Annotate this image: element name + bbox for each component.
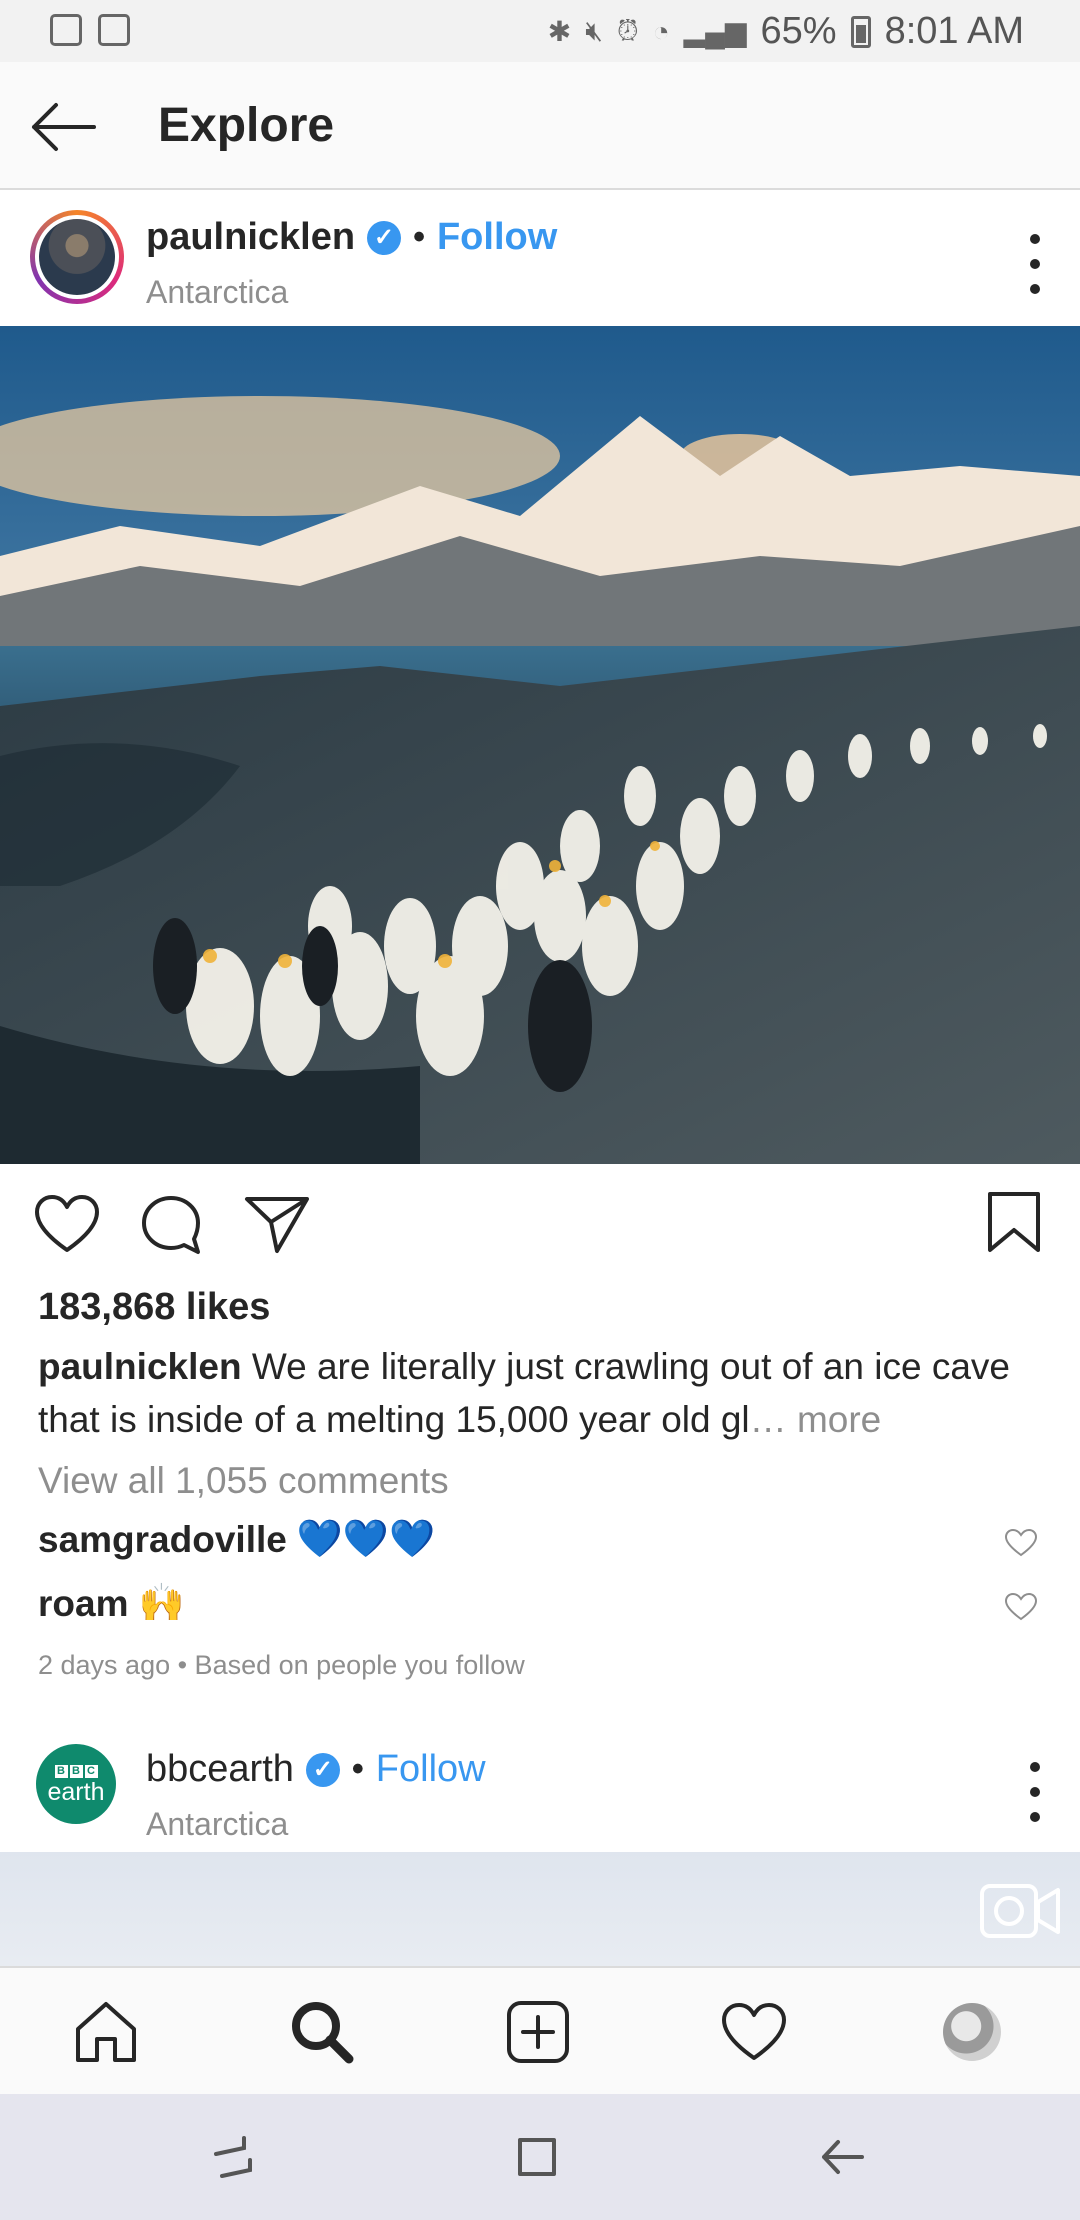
comment-username[interactable]: samgradoville <box>38 1519 287 1561</box>
video-camera-icon <box>980 1884 1060 1938</box>
explore-header: Explore <box>0 62 1080 190</box>
post-media-preview[interactable] <box>0 1852 1080 1966</box>
post-caption: paulnicklen We are literally just crawli… <box>38 1340 1048 1446</box>
separator-dot: • <box>413 218 425 256</box>
profile-avatar[interactable] <box>934 1994 1010 2070</box>
comment-text: 💙💙💙 <box>296 1518 436 1559</box>
follow-button[interactable]: Follow <box>437 216 557 259</box>
caption-ellipsis: … <box>749 1399 787 1440</box>
avatar-letter: B <box>54 1764 68 1778</box>
verified-badge-icon: ✓ <box>367 220 402 255</box>
post-timestamp: 2 days ago • Based on people you follow <box>38 1650 525 1680</box>
view-all-comments-link[interactable]: View all 1,055 comments <box>38 1460 449 1502</box>
avatar-word: earth <box>47 1777 105 1806</box>
comment-text: 🙌 <box>138 1582 185 1623</box>
add-post-icon[interactable] <box>500 1994 576 2070</box>
system-navigation-bar <box>0 2094 1080 2220</box>
avatar-letter: C <box>84 1764 98 1778</box>
caption-username[interactable]: paulnicklen <box>38 1346 242 1387</box>
back-icon[interactable] <box>818 2132 868 2182</box>
recent-apps-icon[interactable] <box>208 2132 258 2182</box>
more-options-icon[interactable] <box>1028 234 1042 294</box>
battery-percent: 65% <box>760 10 837 52</box>
comment-like-heart-icon[interactable] <box>1004 1528 1038 1558</box>
alarm-icon: ⏰︎ <box>616 15 639 46</box>
gallery-icon <box>98 14 130 46</box>
post-header: B B C earth bbcearth ✓ • Follow Antarcti… <box>0 1728 1080 1852</box>
more-options-icon[interactable] <box>1028 1762 1042 1822</box>
home-square-icon[interactable] <box>512 2132 562 2182</box>
post-author-row: paulnicklen ✓ • Follow <box>146 216 557 259</box>
separator-dot: • <box>351 1750 364 1788</box>
back-arrow-icon[interactable] <box>30 102 96 152</box>
page-title: Explore <box>158 99 335 152</box>
post-header: paulnicklen ✓ • Follow Antarctica <box>0 190 1080 326</box>
post-username[interactable]: paulnicklen <box>146 216 355 259</box>
avatar-letter: B <box>69 1764 83 1778</box>
clock: 8:01 AM <box>884 10 1024 52</box>
home-icon[interactable] <box>68 1994 144 2070</box>
avatar[interactable]: B B C earth <box>36 1744 116 1824</box>
verified-badge-icon: ✓ <box>305 1752 340 1787</box>
battery-icon <box>850 15 871 48</box>
bluetooth-icon: ✱ <box>547 16 572 47</box>
status-bar: ✱ 🔇︎ ⏰︎ ◔ ▂▄▆ 65% 8:01 AM <box>0 0 1080 62</box>
wifi-icon: ◔ <box>652 15 670 47</box>
mute-icon: 🔇︎ <box>585 15 603 46</box>
signal-icon: ▂▄▆ <box>683 16 747 47</box>
likes-count[interactable]: 183,868 likes <box>38 1286 270 1329</box>
follow-button[interactable]: Follow <box>376 1748 486 1791</box>
search-icon[interactable] <box>284 1994 360 2070</box>
post-location[interactable]: Antarctica <box>146 1806 288 1843</box>
comment-username[interactable]: roam <box>38 1583 128 1625</box>
comment-row: roam 🙌 <box>38 1582 185 1625</box>
caption-more-link[interactable]: more <box>797 1399 881 1440</box>
bottom-nav-bar <box>0 1966 1080 2094</box>
share-icon[interactable] <box>244 1194 310 1254</box>
post-actions <box>0 1164 1080 1294</box>
post-photo[interactable] <box>0 326 1080 1164</box>
notification-icon <box>50 14 82 46</box>
bookmark-icon[interactable] <box>986 1190 1042 1254</box>
avatar[interactable] <box>30 210 124 304</box>
post-author-row: bbcearth ✓ • Follow <box>146 1748 486 1791</box>
comment-like-heart-icon[interactable] <box>1004 1592 1038 1622</box>
comment-row: samgradoville 💙💙💙 <box>38 1518 435 1561</box>
post-username[interactable]: bbcearth <box>146 1748 294 1791</box>
activity-heart-icon[interactable] <box>716 1994 792 2070</box>
heart-icon[interactable] <box>34 1194 100 1254</box>
post-location[interactable]: Antarctica <box>146 274 288 311</box>
comment-icon[interactable] <box>140 1194 202 1256</box>
